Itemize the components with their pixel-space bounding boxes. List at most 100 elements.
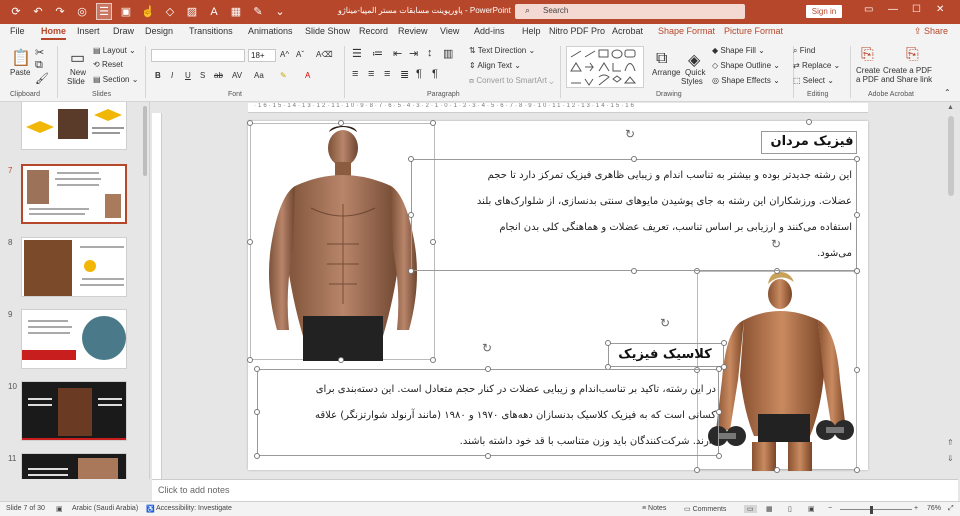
slide-thumbnail-8[interactable] (21, 237, 127, 297)
shapes-gallery[interactable] (566, 46, 644, 88)
cut-icon[interactable]: ✂ (35, 46, 44, 59)
ltr-icon[interactable]: ¶ (416, 68, 422, 80)
font-name-input[interactable] (151, 49, 245, 62)
shape-effects-button[interactable]: ◎ Shape Effects ⌄ (712, 76, 780, 85)
slide-thumbnail-6[interactable] (21, 102, 127, 150)
tab-record[interactable]: Record (359, 26, 388, 36)
present-icon[interactable]: ▣ (118, 3, 134, 20)
comments-toggle[interactable]: ▭ Comments (684, 505, 726, 513)
tab-add-ins[interactable]: Add-ins (474, 26, 505, 36)
justify-icon[interactable]: ≣ (400, 68, 409, 81)
shape-fill-button[interactable]: ◆ Shape Fill ⌄ (712, 46, 765, 55)
maximize-icon[interactable]: ☐ (912, 4, 921, 15)
slide[interactable]: ↻ فیزیک مردان ↻ این رشته جدیدتر بوده و ب… (247, 119, 868, 473)
underline-icon[interactable]: U (185, 71, 191, 80)
tab-help[interactable]: Help (522, 26, 541, 36)
align-center-icon[interactable]: ≡ (368, 68, 374, 80)
decrease-font-icon[interactable]: Aˇ (296, 50, 304, 59)
new-slide-label[interactable]: New (70, 68, 86, 77)
tab-design[interactable]: Design (145, 26, 173, 36)
notes-toggle[interactable]: ≡ Notes (642, 505, 666, 512)
increase-indent-icon[interactable]: ⇥ (409, 47, 418, 60)
new-slide-icon[interactable]: ▭ (70, 48, 85, 68)
highlight-icon[interactable]: ✎ (280, 71, 287, 80)
create-pdf-button2[interactable]: a PDF (856, 75, 879, 84)
find-button[interactable]: ⌕ Find (793, 46, 815, 56)
slide-thumbnail-9[interactable] (21, 309, 127, 369)
textbox-icon[interactable]: A (206, 3, 222, 20)
record-icon[interactable]: ◎ (74, 3, 90, 20)
text-direction-button[interactable]: ⇅ Text Direction ⌄ (469, 46, 535, 55)
convert-smartart-button[interactable]: ⧈ Convert to SmartArt ⌄ (469, 76, 554, 86)
reset-button[interactable]: ⟲ Reset (93, 60, 123, 69)
language-status[interactable]: Arabic (Saudi Arabia) (72, 505, 138, 512)
tab-insert[interactable]: Insert (77, 26, 100, 36)
share-button[interactable]: ⇪ Share (914, 26, 948, 37)
zoom-slider-thumb[interactable] (870, 506, 873, 514)
clear-format-icon[interactable]: A⌫ (316, 50, 333, 59)
paste-button[interactable]: Paste (10, 68, 30, 77)
font-size-input[interactable]: 18+ (248, 49, 276, 62)
next-slide-icon[interactable]: ⇓ (947, 454, 954, 463)
columns-icon[interactable]: ▥ (443, 47, 453, 60)
tab-draw[interactable]: Draw (113, 26, 134, 36)
slide-sorter-icon[interactable]: ▦ (766, 505, 773, 513)
replace-button[interactable]: ⇄ Replace ⌄ (793, 61, 840, 70)
font-color-icon[interactable]: A (305, 71, 310, 80)
strikethrough-icon[interactable]: ab (214, 71, 223, 80)
paragraph-men-physique[interactable]: این رشته جدیدتر بوده و بیشتر به تناسب ان… (416, 163, 852, 267)
sign-in-button[interactable]: Sign in (806, 5, 842, 18)
tab-animations[interactable]: Animations (248, 26, 293, 36)
shadow-icon[interactable]: S (200, 71, 205, 80)
canvas-scrollbar[interactable] (948, 116, 954, 196)
paragraph-classic-physique[interactable]: در این رشته، تاکید بر تناسب‌اندام و زیبا… (262, 377, 716, 455)
fit-slide-icon[interactable]: ⤢ (948, 505, 954, 513)
create-pdf-button[interactable]: Create (856, 66, 880, 75)
align-right-icon[interactable]: ≡ (384, 68, 390, 80)
align-left-icon[interactable]: ≡ (352, 68, 358, 80)
accessibility-icon[interactable]: ♿ (146, 505, 155, 513)
format-painter-icon[interactable]: ✎ (250, 3, 266, 20)
increase-font-icon[interactable]: A^ (280, 50, 289, 59)
format-painter-icon[interactable]: 🖌 (35, 72, 49, 85)
undo-icon[interactable]: ↶ (30, 3, 46, 20)
collapse-ribbon-icon[interactable]: ⌃ (944, 88, 951, 97)
previous-slide-icon[interactable]: ⇑ (947, 438, 954, 447)
picture-icon[interactable]: ▨ (184, 3, 200, 20)
italic-icon[interactable]: I (171, 71, 173, 80)
minimize-icon[interactable]: — (888, 4, 898, 15)
normal-view-icon[interactable]: ▭ (744, 505, 757, 513)
slide-thumbnail-11[interactable] (21, 453, 127, 479)
search-input[interactable]: ⌕ Search (515, 4, 745, 19)
create-pdf-icon[interactable]: ⎘ (861, 46, 874, 64)
scroll-up-icon[interactable]: ▲ (947, 104, 954, 111)
tab-transitions[interactable]: Transitions (189, 26, 233, 36)
tab-home[interactable]: Home (41, 26, 67, 40)
rotate-handle-icon[interactable]: ↻ (660, 316, 670, 330)
slide-thumbnail-7[interactable] (21, 164, 127, 224)
shape-outline-button[interactable]: ◇ Shape Outline ⌄ (712, 61, 780, 70)
new-slide-label2[interactable]: Slide (67, 77, 85, 86)
tab-acrobat[interactable]: Acrobat (612, 26, 643, 36)
tab-view[interactable]: View (440, 26, 459, 36)
notes-pane[interactable]: Click to add notes (152, 479, 958, 501)
rtl-icon[interactable]: ¶ (432, 68, 438, 80)
zoom-slider[interactable] (840, 509, 912, 510)
bullets-icon[interactable]: ☰ (96, 3, 112, 20)
rotate-handle-icon[interactable]: ↻ (625, 127, 635, 141)
touch-mode-icon[interactable]: ☝ (140, 3, 156, 20)
zoom-level[interactable]: 76% (927, 505, 941, 512)
decrease-indent-icon[interactable]: ⇤ (393, 47, 402, 60)
section-button[interactable]: ▤ Section ⌄ (93, 75, 138, 84)
bold-icon[interactable]: B (155, 71, 161, 80)
numbering-icon[interactable]: ≔ (372, 47, 383, 60)
change-case-icon[interactable]: Aa (254, 71, 264, 80)
rotate-handle-icon[interactable]: ↻ (482, 341, 492, 355)
close-icon[interactable]: ✕ (936, 4, 944, 15)
create-share-icon[interactable]: ⎘ (906, 46, 919, 64)
zoom-in-icon[interactable]: + (914, 505, 918, 512)
tab-review[interactable]: Review (398, 26, 428, 36)
align-text-button[interactable]: ⇕ Align Text ⌄ (469, 61, 521, 70)
more-commands-icon[interactable]: ⌄ (272, 3, 288, 20)
tab-nitro-pdf[interactable]: Nitro PDF Pro (549, 26, 605, 36)
